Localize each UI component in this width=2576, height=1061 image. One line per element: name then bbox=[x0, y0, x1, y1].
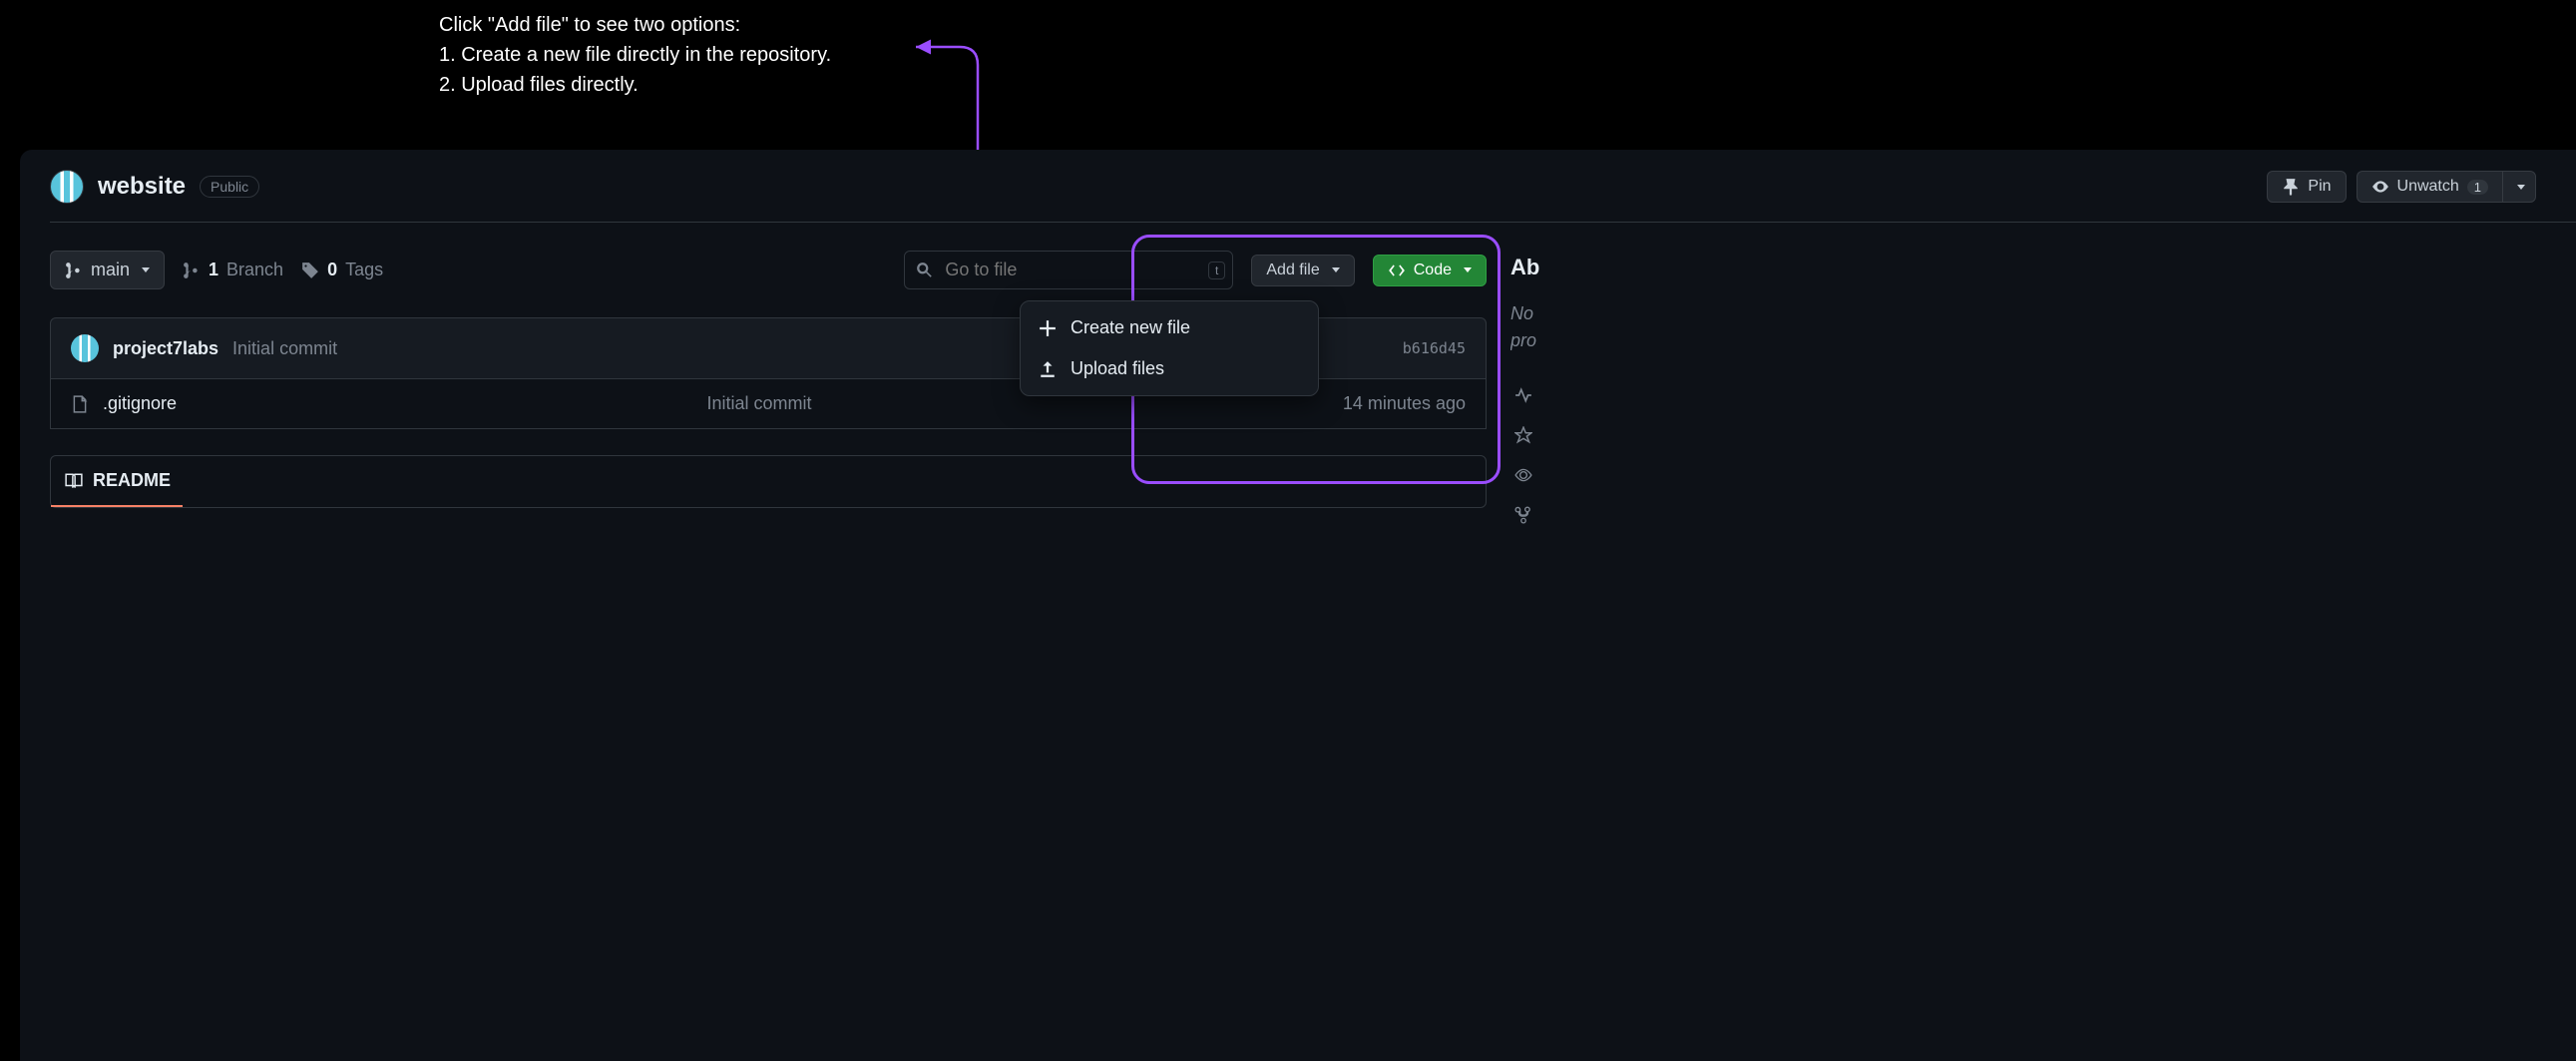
repo-header-left: website Public bbox=[50, 170, 259, 204]
caret-down-icon bbox=[1464, 267, 1472, 272]
eye-icon bbox=[2371, 178, 2389, 196]
repo-avatar[interactable] bbox=[50, 170, 84, 204]
plus-icon bbox=[1039, 319, 1057, 337]
pin-button[interactable]: Pin bbox=[2267, 171, 2346, 203]
branch-count: 1 bbox=[209, 260, 218, 280]
caret-down-icon bbox=[142, 267, 150, 272]
upload-icon bbox=[1039, 360, 1057, 378]
caret-down-icon bbox=[2517, 185, 2525, 190]
branch-count-label: Branch bbox=[226, 260, 283, 280]
branch-icon bbox=[65, 262, 83, 279]
about-sidebar: Ab No pro bbox=[1510, 251, 1610, 524]
activity-icon[interactable] bbox=[1514, 386, 1532, 404]
branches-link[interactable]: 1 Branch bbox=[183, 260, 283, 280]
readme-tab[interactable]: README bbox=[51, 456, 183, 507]
unwatch-label: Unwatch bbox=[2397, 178, 2459, 196]
about-heading: Ab bbox=[1510, 255, 1610, 280]
commit-author[interactable]: project7labs bbox=[113, 338, 218, 359]
create-new-file-label: Create new file bbox=[1071, 317, 1190, 338]
book-icon bbox=[65, 472, 83, 490]
search-icon bbox=[916, 262, 934, 279]
readme-label: README bbox=[93, 470, 171, 491]
tag-count-label: Tags bbox=[345, 260, 383, 280]
fork-icon[interactable] bbox=[1514, 506, 1532, 524]
upload-files-label: Upload files bbox=[1071, 358, 1164, 379]
about-description: No pro bbox=[1510, 300, 1610, 354]
add-file-dropdown: Create new file Upload files bbox=[1020, 300, 1319, 396]
pin-icon bbox=[2282, 178, 2300, 196]
star-icon[interactable] bbox=[1514, 426, 1532, 444]
annotation-line: 2. Upload files directly. bbox=[439, 70, 831, 100]
go-to-file-input[interactable] bbox=[904, 251, 1233, 289]
file-icon bbox=[71, 395, 89, 413]
create-new-file-item[interactable]: Create new file bbox=[1021, 307, 1318, 348]
branch-select-button[interactable]: main bbox=[50, 251, 165, 289]
code-button[interactable]: Code bbox=[1373, 255, 1487, 286]
upload-files-item[interactable]: Upload files bbox=[1021, 348, 1318, 389]
file-name-text: .gitignore bbox=[103, 393, 177, 414]
file-search-wrap: t bbox=[904, 251, 1233, 289]
visibility-badge: Public bbox=[200, 176, 259, 198]
readme-box: README bbox=[50, 455, 1487, 508]
branch-icon bbox=[183, 262, 201, 279]
repo-header: website Public Pin Unwatch 1 bbox=[50, 170, 2576, 223]
search-kbd-hint: t bbox=[1208, 262, 1225, 279]
tag-icon bbox=[301, 262, 319, 279]
add-file-button[interactable]: Add file bbox=[1251, 255, 1354, 286]
sidebar-meta-icons bbox=[1510, 386, 1610, 524]
commit-sha[interactable]: b616d45 bbox=[1403, 339, 1466, 357]
file-toolbar: main 1 Branch 0 Tags bbox=[50, 251, 1487, 289]
pin-label: Pin bbox=[2308, 178, 2331, 196]
unwatch-button[interactable]: Unwatch 1 bbox=[2357, 171, 2502, 203]
annotation-line: Click "Add file" to see two options: bbox=[439, 10, 831, 40]
watch-dropdown-button[interactable] bbox=[2502, 171, 2536, 203]
add-file-label: Add file bbox=[1266, 262, 1319, 279]
annotation-text: Click "Add file" to see two options: 1. … bbox=[439, 10, 831, 100]
main-row: main 1 Branch 0 Tags bbox=[50, 251, 2576, 524]
caret-down-icon bbox=[1332, 267, 1340, 272]
annotation-line: 1. Create a new file directly in the rep… bbox=[439, 40, 831, 70]
tag-count: 0 bbox=[327, 260, 337, 280]
main-column: main 1 Branch 0 Tags bbox=[50, 251, 1487, 508]
file-time: 14 minutes ago bbox=[1343, 393, 1466, 414]
author-avatar[interactable] bbox=[71, 334, 99, 362]
code-icon bbox=[1388, 262, 1406, 279]
tags-link[interactable]: 0 Tags bbox=[301, 260, 383, 280]
file-name-cell[interactable]: .gitignore bbox=[71, 393, 686, 414]
repo-name[interactable]: website bbox=[98, 173, 186, 201]
file-commit-message[interactable]: Initial commit bbox=[706, 393, 1322, 414]
branch-name: main bbox=[91, 260, 130, 280]
code-label: Code bbox=[1414, 262, 1452, 279]
commit-message[interactable]: Initial commit bbox=[232, 338, 337, 359]
watch-count: 1 bbox=[2467, 180, 2488, 195]
watch-button-group: Unwatch 1 bbox=[2357, 171, 2536, 203]
eye-icon[interactable] bbox=[1514, 466, 1532, 484]
app-window: website Public Pin Unwatch 1 bbox=[20, 150, 2576, 1061]
repo-header-right: Pin Unwatch 1 bbox=[2267, 171, 2536, 203]
